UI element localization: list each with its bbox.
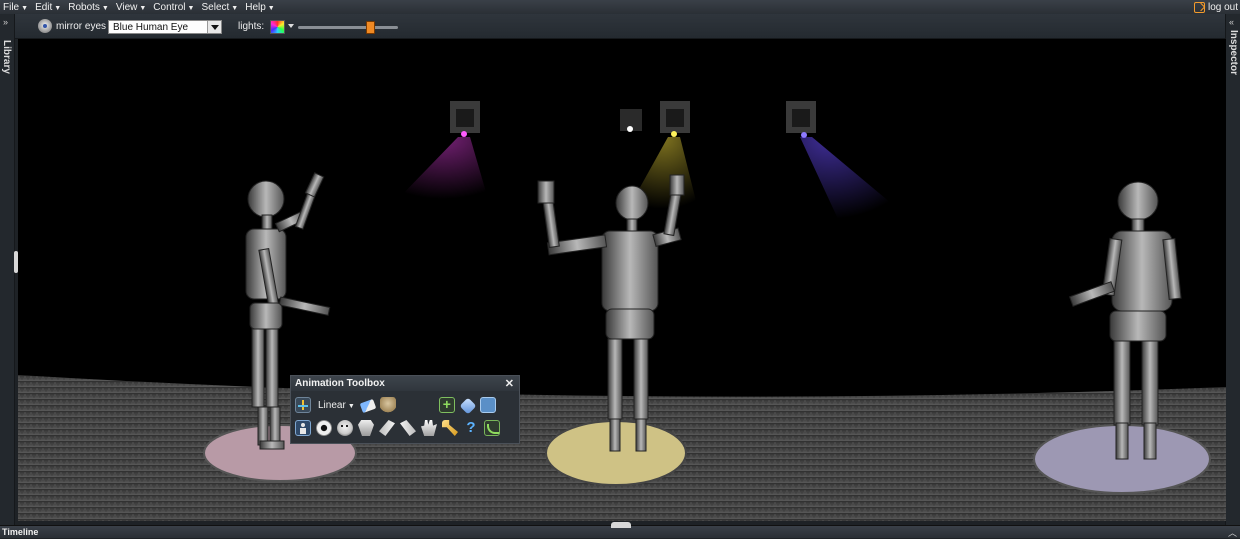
eye-type-select[interactable]: Blue Human Eye bbox=[108, 20, 222, 34]
body-icon[interactable] bbox=[295, 420, 311, 436]
face-icon[interactable] bbox=[337, 420, 353, 436]
interpolation-value: Linear bbox=[318, 399, 346, 411]
mirror-eyes-icon[interactable] bbox=[38, 19, 52, 33]
key-icon[interactable] bbox=[442, 420, 458, 436]
hand-icon[interactable] bbox=[421, 420, 437, 436]
menu-help-label: Help bbox=[245, 1, 266, 13]
interpolation-select[interactable]: Linear ▼ bbox=[318, 400, 355, 411]
light-intensity-slider-thumb[interactable] bbox=[365, 21, 375, 34]
menu-control[interactable]: Control ▼ bbox=[150, 2, 198, 13]
menu-view[interactable]: View ▼ bbox=[113, 2, 150, 13]
menu-edit-label: Edit bbox=[35, 1, 53, 13]
tag-icon[interactable] bbox=[459, 397, 477, 415]
library-tab-label: Library bbox=[1, 40, 12, 74]
timeline-bar[interactable]: Timeline ︿ bbox=[0, 522, 1240, 539]
chevron-down-icon[interactable] bbox=[288, 24, 294, 28]
torso-icon[interactable] bbox=[358, 420, 374, 436]
chevron-down-icon: ▼ bbox=[347, 402, 355, 410]
screen-icon[interactable] bbox=[479, 397, 496, 413]
eye-icon[interactable] bbox=[316, 420, 332, 436]
skull-icon[interactable] bbox=[379, 397, 396, 413]
arm-icon[interactable] bbox=[379, 420, 395, 436]
expand-icon[interactable]: » bbox=[3, 17, 8, 27]
inspector-tab-label: Inspector bbox=[1228, 30, 1239, 76]
spotlight-white[interactable] bbox=[620, 109, 642, 132]
menu-file-label: File bbox=[3, 1, 20, 13]
menu-control-label: Control bbox=[153, 1, 186, 13]
light-color-picker[interactable] bbox=[270, 20, 285, 34]
library-panel-tab[interactable]: » Library bbox=[0, 14, 18, 526]
expand-icon[interactable]: ︿ bbox=[1228, 526, 1237, 539]
light-intensity-slider[interactable] bbox=[298, 26, 398, 29]
mirror-eyes-label: mirror eyes bbox=[56, 21, 107, 32]
chevron-down-icon: ▼ bbox=[54, 4, 62, 12]
eye-type-value: Blue Human Eye bbox=[113, 22, 189, 33]
timeline-resize-handle[interactable] bbox=[611, 522, 631, 528]
curve-icon[interactable] bbox=[484, 420, 500, 436]
menu-edit[interactable]: Edit ▼ bbox=[32, 2, 65, 13]
animation-toolbox-titlebar[interactable]: Animation Toolbox ✕ bbox=[291, 376, 519, 391]
chevron-down-icon: ▼ bbox=[187, 4, 195, 12]
fk-joint-icon[interactable] bbox=[295, 397, 311, 413]
lights-label: lights: bbox=[238, 21, 265, 32]
chevron-down-icon: ▼ bbox=[231, 4, 239, 12]
help-icon[interactable]: ? bbox=[463, 420, 479, 436]
3d-viewport[interactable] bbox=[18, 39, 1226, 521]
chevron-down-icon: ▼ bbox=[267, 4, 275, 12]
toolbox-row-2: ? bbox=[295, 418, 505, 438]
menu-file[interactable]: File ▼ bbox=[0, 2, 32, 13]
eraser-icon[interactable] bbox=[359, 398, 377, 414]
animation-toolbox: Animation Toolbox ✕ Linear▼ ? bbox=[290, 375, 520, 444]
chevron-down-icon: ▼ bbox=[101, 4, 109, 12]
animation-toolbox-title: Animation Toolbox bbox=[295, 378, 385, 389]
menu-bar: File ▼ Edit ▼ Robots ▼ View ▼ Control ▼ Selec… bbox=[0, 0, 1240, 14]
close-icon[interactable]: ✕ bbox=[505, 377, 514, 390]
menu-robots[interactable]: Robots ▼ bbox=[65, 2, 113, 13]
menu-select[interactable]: Select ▼ bbox=[198, 2, 242, 13]
add-keyframe-icon[interactable] bbox=[438, 396, 455, 413]
spotlight-blue[interactable] bbox=[786, 101, 898, 219]
chevron-down-icon: ▼ bbox=[21, 4, 29, 12]
menu-select-label: Select bbox=[201, 1, 230, 13]
toolbox-row-1: Linear ▼ bbox=[295, 395, 501, 415]
menu-view-label: View bbox=[115, 1, 138, 13]
forearm-icon[interactable] bbox=[400, 420, 416, 436]
scene-render bbox=[18, 101, 1226, 521]
expand-icon[interactable]: « bbox=[1229, 17, 1234, 27]
chevron-down-icon: ▼ bbox=[139, 4, 147, 12]
inspector-panel-tab[interactable]: « Inspector bbox=[1222, 14, 1240, 526]
spotlight-magenta[interactable] bbox=[398, 101, 488, 199]
logout-button[interactable]: log out bbox=[1193, 0, 1238, 14]
logout-label: log out bbox=[1207, 1, 1238, 13]
menu-robots-label: Robots bbox=[68, 1, 100, 13]
menu-help[interactable]: Help ▼ bbox=[242, 2, 279, 13]
timeline-label: Timeline bbox=[2, 527, 39, 537]
chevron-down-icon[interactable] bbox=[207, 21, 221, 33]
logout-icon bbox=[1193, 1, 1205, 13]
